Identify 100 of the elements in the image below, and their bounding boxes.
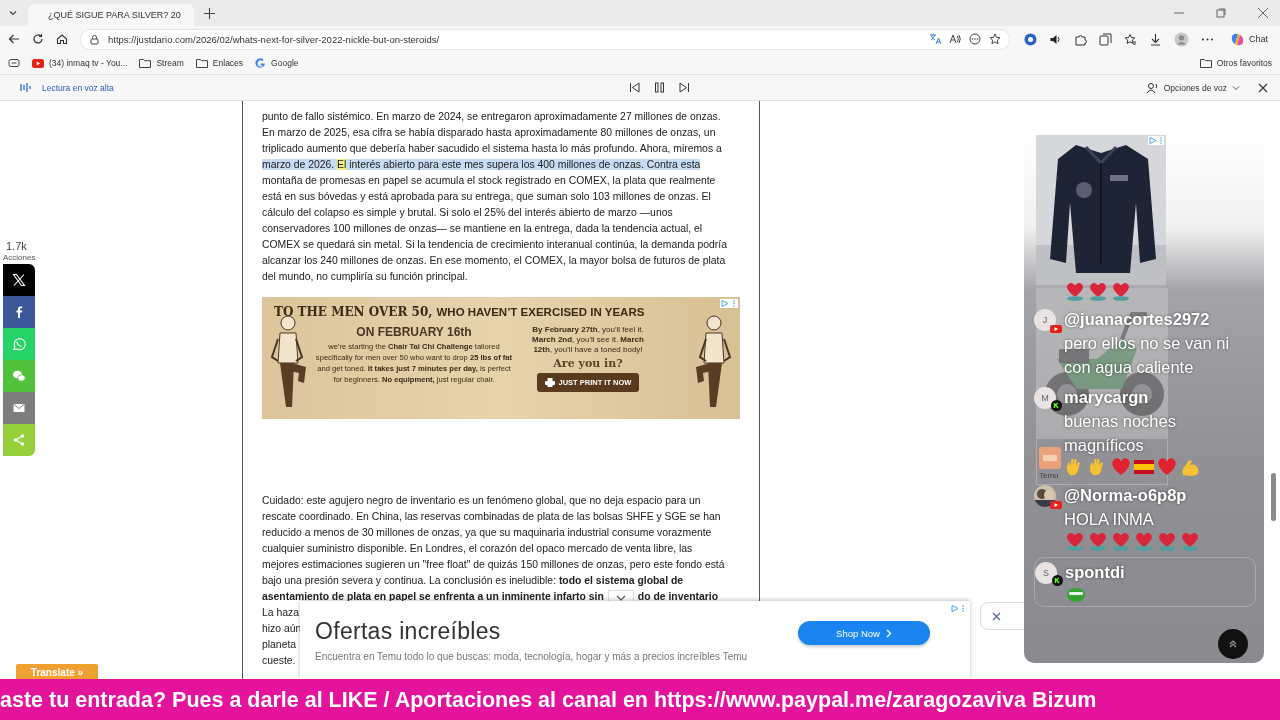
text-line: COMEX se quedará sin metal. Si la tendencia de crecimiento interanual continúa, la demanda podría [262, 238, 727, 252]
voice-options-button[interactable]: Opciones de voz [1145, 81, 1240, 94]
ticker-text: aste tu entrada? Pues a darle al LIKE / Aportaciones al canal en https://www.paypal.me/zaragozaviva Bizum [0, 687, 1097, 713]
x-icon [12, 273, 26, 287]
chevron-down-icon [1232, 83, 1240, 92]
browser-tab[interactable]: ¿QUÉ SIGUE PARA SILVER? 20 [28, 4, 194, 26]
bookmark[interactable]: Google [255, 57, 299, 69]
home-icon[interactable] [56, 33, 68, 45]
profile-icon[interactable] [1174, 31, 1189, 47]
bookmark[interactable]: Stream [139, 58, 184, 68]
highlighted-text: El [337, 159, 347, 170]
collections-icon[interactable] [1099, 32, 1112, 46]
text-line: punto de fallo sistémico. En marzo de 2024, se entregaron aproximadamente 27 millones de onzas. [262, 110, 721, 124]
heart-emote-icon [1087, 281, 1109, 301]
heart-emote-icon [1156, 531, 1178, 551]
chat-username: @Norma-o6p8p [1064, 485, 1187, 506]
text-line: rescate coordinado. En China, las reservas combinadas de plata de las bolsas SHFE y SGE se han [262, 510, 721, 524]
heart-icon [1156, 457, 1178, 477]
tab-title: ¿QUÉ SIGUE PARA SILVER? 20 [48, 10, 181, 20]
site-info-icon[interactable] [89, 33, 100, 45]
share-label: Acciones [3, 253, 36, 262]
text-line: montaña de promesas en papel se acumula el stock registrado en COMEX, la plata que realmente [262, 174, 716, 188]
ad-banner[interactable]: Ofertas increíbles Encuentra en Temu todo lo que buscas: moda, tecnología, hogar y más a precios increíbles Temu Shop Now [300, 601, 970, 679]
new-tab-icon[interactable] [204, 7, 215, 19]
heart-emote-icon [1087, 531, 1109, 551]
heart-emote-icon [1133, 531, 1155, 551]
chat-message: buenas noches magníficos [1064, 411, 1177, 456]
next-icon[interactable] [679, 82, 691, 93]
star-icon[interactable] [989, 33, 1001, 45]
bookmark[interactable]: (34) inmaq tv - You... [32, 58, 128, 68]
bookmark[interactable]: Enlaces [195, 58, 244, 68]
speaker-icon[interactable] [1049, 32, 1062, 46]
text-line: asentamiento de plata en papel se enfrenta a un inminente infarto sin [262, 590, 604, 604]
text-line: cálculo del colapso es simple y brutal. Si solo el 25% del interés abierto de marzo —unos [262, 206, 673, 220]
previous-icon[interactable] [629, 82, 641, 93]
chat-username: marycargn [1064, 387, 1149, 408]
reading-list-icon[interactable] [8, 58, 20, 68]
voice-icon [1145, 81, 1159, 94]
chevron-right-icon [885, 628, 892, 638]
copilot-icon [1230, 31, 1245, 47]
text-line: mejores estimaciones sugieren un "free float" de quizás 150 millones de onzas, pero este fondo está [262, 558, 725, 572]
extension-icon[interactable] [1024, 32, 1037, 46]
refresh-icon[interactable] [32, 33, 44, 45]
folder-icon [1199, 58, 1212, 68]
ad-question: Are you in? [553, 357, 623, 370]
share-button[interactable] [3, 296, 35, 328]
read-aloud-icon[interactable] [949, 33, 961, 45]
maximize-icon[interactable] [1216, 8, 1226, 18]
ad-text: Encuentra en Temu todo lo que buscas: moda, tecnología, hogar y más a precios increíbles Temu [315, 650, 749, 663]
text-line: cualquier suministro disponible. En Londres, el corazón del opaco mercado de venta libre, las [262, 542, 693, 556]
text-line: alcanzar los 240 millones de onzas. En ese momento, el COMEX, la mayor bolsa de futuros de plata [262, 254, 726, 268]
read-aloud-icon [20, 82, 32, 93]
heart-emote-icon [1064, 531, 1086, 551]
folder-icon [195, 58, 208, 68]
close-icon[interactable] [992, 611, 1001, 621]
scroll-top-button[interactable] [1218, 629, 1248, 659]
avatar: S [1035, 562, 1057, 584]
heart-emote-icon [1179, 531, 1201, 551]
scrollbar-thumb[interactable] [1271, 473, 1276, 521]
share-button[interactable] [3, 264, 35, 296]
printer-icon [544, 378, 555, 387]
puzzle-icon[interactable] [1074, 32, 1087, 46]
chat-username: spontdi [1065, 562, 1125, 583]
ad-headline: WHO HAVEN’T EXERCISED IN YEARS [436, 306, 645, 318]
share-icon [12, 433, 26, 447]
favorites-icon[interactable] [1124, 32, 1137, 46]
text-line: planeta [262, 638, 297, 652]
share-count: 1.7k [6, 240, 27, 252]
download-icon[interactable] [1149, 32, 1162, 46]
shop-now-button[interactable]: Shop Now [798, 621, 930, 645]
back-icon[interactable] [8, 33, 20, 45]
youtube-badge-icon [1050, 501, 1062, 509]
ad-text: By February 27th, you'll feel it. March 2nd, you'll see it. March 12th, you'll have a toned body! [531, 325, 645, 355]
ad-banner[interactable] [262, 297, 740, 419]
bookmark-folder[interactable]: Otros favoritos [1199, 58, 1272, 68]
heart-emote-icon [1110, 281, 1132, 301]
kick-badge-icon [1051, 400, 1062, 411]
read-aloud-title: Lectura en voz alta [42, 82, 114, 93]
flag-icon [1133, 457, 1155, 477]
text-line: del mundo, no cumpliría su función principal. [262, 270, 468, 284]
text-line: está en sus bóvedas y está aprobada para su entrega, que suman solo 103 millones de onzas. El [262, 190, 711, 204]
google-icon [255, 57, 267, 69]
pause-icon[interactable] [654, 82, 666, 93]
address-field[interactable]: https://justdario.com/2026/02/whats-next-for-silver-2022-nickle-but-on-steroids/ [80, 28, 1010, 50]
translate-icon[interactable] [929, 33, 941, 45]
avatar: M [1034, 387, 1056, 409]
heart-emote-icon [1110, 531, 1132, 551]
chat-button[interactable]: Chat [1226, 31, 1272, 47]
text-line: reducido a menos de 30 millones de onzas, ya que su maquinaria industrial consume vorazmente [262, 526, 712, 540]
ad-date: ON FEBRUARY 16th [356, 325, 472, 339]
text-line: do de inventario [637, 590, 719, 604]
text-line: conservadores 100 millones de onzas— se mantiene en la entrega, dada la tendencia actual, el [262, 222, 703, 236]
double-chevron-up-icon [1228, 639, 1238, 649]
highlighted-text: marzo de 2026. [262, 159, 338, 170]
tab-list-icon[interactable] [8, 8, 18, 18]
more-icon[interactable] [969, 33, 981, 45]
text-line: bajo una presión severa y continua. La conclusión es ineludible: todo el sistema global de [262, 574, 684, 588]
wechat-icon [12, 369, 26, 383]
close-icon[interactable] [1258, 82, 1268, 93]
text-line: cueste. [262, 654, 296, 668]
